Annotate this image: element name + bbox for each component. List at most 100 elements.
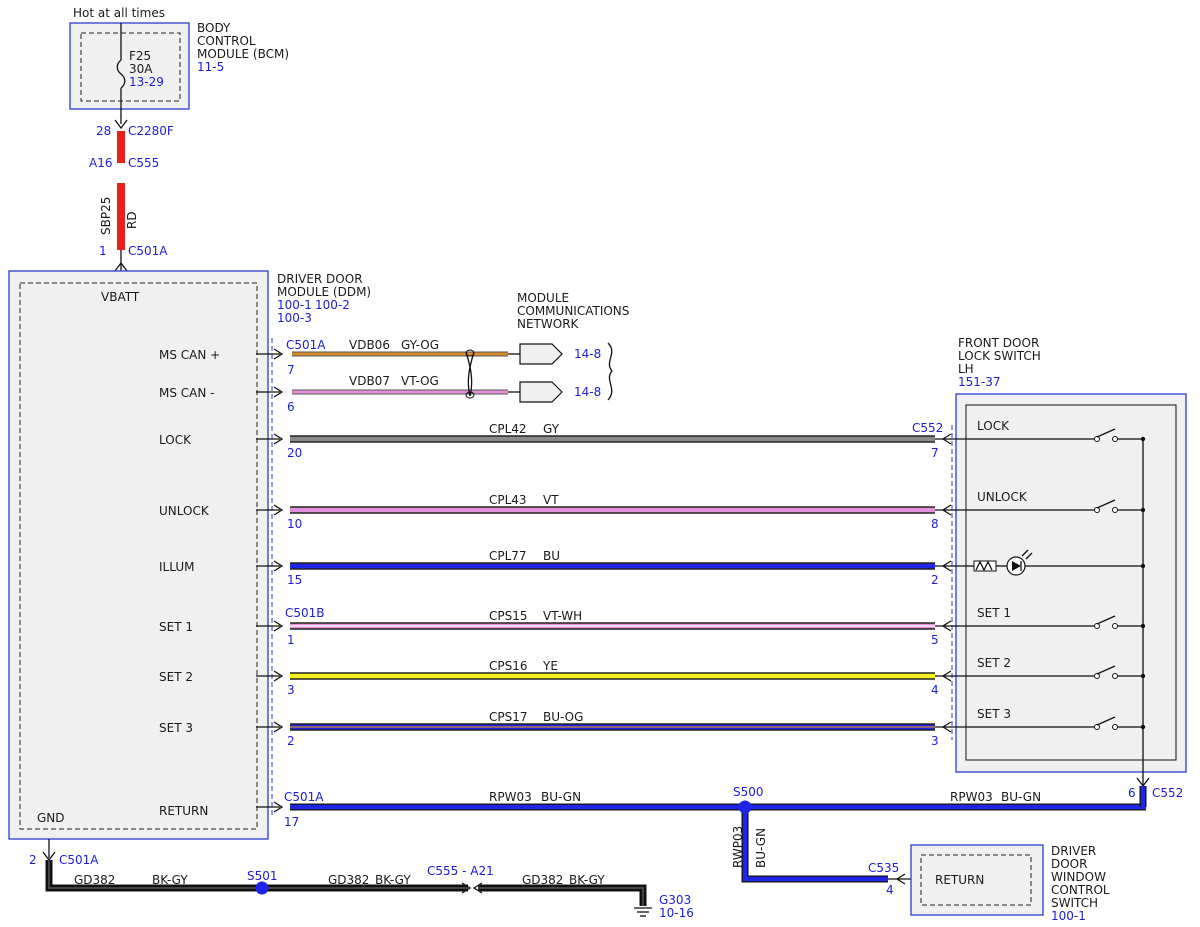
mcn-ref-bottom: 14-8 <box>574 385 601 399</box>
conn-c501b: C501B <box>285 606 325 620</box>
mcn-brace-icon <box>607 342 613 401</box>
circuit-cpl42: CPL42 <box>489 422 527 436</box>
switch-contact-a-unlock <box>1094 507 1100 513</box>
switch-name-1: FRONT DOOR <box>958 336 1039 350</box>
ddm-ref-1: 100-1 <box>277 298 312 312</box>
circuit-gd382-c: GD382 <box>522 873 563 887</box>
conn-c501a-top: C501A <box>286 338 326 352</box>
switch-label-set1: SET 1 <box>977 606 1011 620</box>
mcn-connector-bottom-icon <box>519 381 563 403</box>
ground-id: G303 <box>659 893 691 907</box>
color-rwp03-branch: BU-GN <box>754 828 768 868</box>
circuit-vdb06: VDB06 <box>349 338 390 352</box>
pin-return-switch: 6 <box>1128 786 1136 800</box>
mcn-connector-top-icon <box>519 343 563 365</box>
switch-contact-a-set3 <box>1094 724 1100 730</box>
label-illum: ILLUM <box>159 560 194 574</box>
switch-contact-b-set1 <box>1112 623 1118 629</box>
color-cpl77: BU <box>543 549 560 563</box>
pin-switch-unlock: 8 <box>931 517 939 531</box>
label-return: RETURN <box>159 804 208 818</box>
color-cps16: YE <box>542 659 558 673</box>
circuit-gd382-b: GD382 <box>328 873 369 887</box>
switch-contact-b-lock <box>1112 436 1118 442</box>
pin-ddm-set3: 2 <box>287 734 295 748</box>
pin-return: 17 <box>284 815 299 829</box>
dwcs-name-2: DOOR <box>1051 857 1087 871</box>
mcn-name-2: COMMUNICATIONS <box>517 304 629 318</box>
splice-s500-dot <box>738 800 752 814</box>
bcm-feed-pin-bot: 1 <box>99 244 107 258</box>
color-cps17: BU-OG <box>543 710 583 724</box>
conn-c552-top: C552 <box>912 421 943 435</box>
pin-ddm-set2: 3 <box>287 683 295 697</box>
ddm-vbatt-label: VBATT <box>101 290 140 304</box>
circuit-rpw03-right: RPW03 <box>950 790 993 804</box>
conn-return: C501A <box>284 790 324 804</box>
pin-ddm-lock: 20 <box>287 446 302 460</box>
switch-name-2: LOCK SWITCH <box>958 349 1041 363</box>
wire-gd382-c <box>478 884 647 906</box>
junction-dot-illum <box>1140 563 1146 569</box>
dwcs-name-5: SWITCH <box>1051 896 1098 910</box>
switch-contact-a-set2 <box>1094 673 1100 679</box>
switch-contact-b-unlock <box>1112 507 1118 513</box>
label-set2: SET 2 <box>159 670 193 684</box>
ground-conn: C501A <box>59 853 99 867</box>
mcn-name-1: MODULE <box>517 291 569 305</box>
circuit-cps16: CPS16 <box>489 659 528 673</box>
circuit-vdb07: VDB07 <box>349 374 390 388</box>
ddm-name-1: DRIVER DOOR <box>277 272 363 286</box>
bcm-feed-conn-bot: C501A <box>128 244 168 258</box>
splice-s501-label: S501 <box>247 869 278 883</box>
color-vdb07: VT-OG <box>401 374 439 388</box>
ddm-box <box>8 270 269 840</box>
ddm-gnd-label: GND <box>37 811 65 825</box>
dwcs-name-3: WINDOW <box>1051 870 1106 884</box>
color-gd382-a: BK-GY <box>152 873 188 887</box>
ground-ref: 10-16 <box>659 906 694 920</box>
inline-conn-c555: C555 - A21 <box>427 864 494 878</box>
bcm-name-3: MODULE (BCM) <box>197 47 289 61</box>
wire-sbp25-a <box>117 131 125 163</box>
bcm-name-1: BODY <box>197 21 231 35</box>
bcm-feed-pin-top: 28 <box>96 124 111 138</box>
splice-s500-label: S500 <box>733 785 764 799</box>
switch-name-3: LH <box>958 362 974 376</box>
label-ms-can-plus: MS CAN + <box>159 348 220 362</box>
bcm-feed-circuit: SBP25 <box>99 197 113 235</box>
ddm-ref-2: 100-2 <box>315 298 350 312</box>
circuit-rpw03-left: RPW03 <box>489 790 532 804</box>
pin-ddm-illum: 15 <box>287 573 302 587</box>
pin-switch-set2: 4 <box>931 683 939 697</box>
switch-label-set2: SET 2 <box>977 656 1011 670</box>
switch-contact-b-set3 <box>1112 724 1118 730</box>
ddm-ref-3: 100-3 <box>277 311 312 325</box>
dwcs-name-4: CONTROL <box>1051 883 1110 897</box>
conn-return-switch: C552 <box>1152 786 1183 800</box>
label-set1: SET 1 <box>159 620 193 634</box>
mcn-ref-top: 14-8 <box>574 347 601 361</box>
dwcs-name-1: DRIVER <box>1051 844 1096 858</box>
splice-s501-dot <box>255 881 269 895</box>
bcm-ref: 11-5 <box>197 60 224 74</box>
pin-switch-illum: 2 <box>931 573 939 587</box>
dwcs-return-label: RETURN <box>935 873 984 887</box>
label-lock: LOCK <box>159 433 192 447</box>
switch-label-set3: SET 3 <box>977 707 1011 721</box>
pin-ms-can-minus: 6 <box>287 400 295 414</box>
junction-dot-lock <box>1140 436 1146 442</box>
color-gd382-b: BK-GY <box>375 873 411 887</box>
junction-dot-set1 <box>1140 623 1146 629</box>
junction-dot-set3 <box>1140 724 1146 730</box>
circuit-cps17: CPS17 <box>489 710 528 724</box>
switch-contact-a-lock <box>1094 436 1100 442</box>
label-unlock: UNLOCK <box>159 504 210 518</box>
junction-dot-unlock <box>1140 507 1146 513</box>
bcm-feed-pin-mid: A16 <box>89 156 112 170</box>
pin-c535: 4 <box>886 883 894 897</box>
switch-ref: 151-37 <box>958 375 1001 389</box>
pin-switch-lock: 7 <box>931 446 939 460</box>
color-vdb06: GY-OG <box>401 338 439 352</box>
bcm-feed-color: RD <box>125 211 139 229</box>
